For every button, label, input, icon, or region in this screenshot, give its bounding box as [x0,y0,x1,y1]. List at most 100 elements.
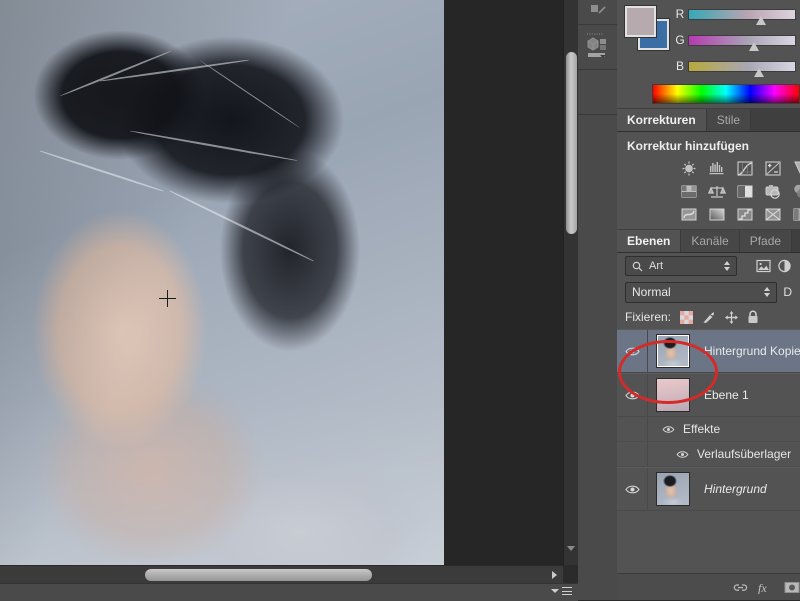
dock-item-brush[interactable] [578,0,617,25]
blend-mode-value: Normal [632,285,764,299]
dock-item-3d[interactable] [578,25,617,70]
color-channel-r[interactable]: R [672,6,796,22]
photoshop-window: R G B Korrektu [0,0,800,600]
tab-korrekturen[interactable]: Korrekturen [617,109,707,131]
corrections-panel: Korrektur hinzufügen [617,132,800,230]
lock-position-icon[interactable] [725,311,738,324]
channel-slider-thumb-r[interactable] [756,16,767,25]
photo-shading-overlay [0,0,444,565]
layer-name: Hintergrund Kopie [704,344,800,358]
layers-list[interactable]: Hintergrund Kopie Ebene 1 [617,329,800,573]
table-row[interactable]: Hintergrund Kopie [617,329,800,373]
layer-visibility-toggle[interactable] [617,330,648,372]
curves-icon[interactable] [735,160,755,177]
layer-thumbnail[interactable] [656,334,690,368]
adjustment-icon-grid[interactable] [617,160,800,223]
crosshair-cursor [159,290,176,307]
status-bar [0,583,578,601]
scroll-right-arrow-icon[interactable] [552,571,557,579]
gradient-map-icon[interactable] [707,206,727,223]
vertical-scrollbar[interactable] [563,0,578,565]
link-layers-icon[interactable] [733,581,748,594]
effect-visibility-toggle[interactable] [676,450,689,459]
invert-icon[interactable] [679,206,699,223]
selective-color-icon[interactable] [735,206,755,223]
channel-label-r: R [672,7,688,21]
fx-icon[interactable]: fx [758,581,774,594]
black-white-icon[interactable] [735,183,755,200]
tab-stile[interactable]: Stile [707,109,751,131]
layer-effects-group[interactable]: Effekte [617,417,800,442]
lock-image-icon[interactable] [702,311,716,324]
corrections-title: Korrektur hinzufügen [617,132,800,160]
table-row[interactable]: Ebene 1 [617,373,800,417]
effects-visibility-toggle[interactable] [662,425,675,434]
levels-icon[interactable] [707,160,727,177]
chevron-down-icon[interactable] [551,589,559,593]
scroll-down-arrow-icon[interactable] [567,546,575,551]
lock-transparency-icon[interactable] [680,311,693,324]
layers-tab-bar[interactable]: Ebenen Kanäle Pfade [617,230,800,253]
brush-preset-icon [588,4,608,20]
corrections-tab-bar[interactable]: Korrekturen Stile [617,109,800,132]
layer-filter-row[interactable]: Art [617,253,800,279]
layer-effect-item[interactable]: Verlaufsüberlager [617,442,800,467]
effect-column-spacer [617,442,648,466]
lock-row: Fixieren: [617,305,800,329]
table-row[interactable]: Hintergrund [617,467,800,511]
layer-visibility-toggle[interactable] [617,468,648,510]
status-bar-menu[interactable] [551,587,572,595]
menu-lines-icon[interactable] [562,587,572,595]
dock-item-empty[interactable] [578,70,617,115]
channel-slider-g[interactable] [688,35,796,46]
lock-all-icon[interactable] [747,310,759,324]
vertical-scrollbar-thumb[interactable] [566,52,577,234]
vibrance-icon[interactable] [791,160,800,177]
color-spectrum-ramp[interactable] [652,84,800,104]
tab-kanaele[interactable]: Kanäle [681,230,739,252]
photo-filter-icon[interactable] [763,183,783,200]
blend-mode-select[interactable]: Normal [625,282,777,303]
horizontal-scrollbar[interactable] [0,565,563,584]
3d-panel-icon [584,32,612,62]
channel-slider-r[interactable] [688,9,796,20]
lock-label: Fixieren: [625,310,671,324]
color-channel-g[interactable]: G [672,32,796,48]
adjustment-filter-icon[interactable] [777,259,792,273]
foreground-color-swatch[interactable] [625,6,656,37]
layers-panel-footer[interactable]: fx [617,573,800,600]
panel-dock-strip[interactable] [578,0,618,600]
right-panel-column: R G B Korrektu [617,0,800,600]
color-channel-b[interactable]: B [672,58,796,74]
layer-visibility-toggle[interactable] [617,374,648,416]
channel-slider-thumb-b[interactable] [754,68,765,77]
effect-label: Verlaufsüberlager [697,447,791,461]
channel-label-g: G [672,33,688,47]
color-swatches[interactable] [625,6,667,48]
adjustment-row-3 [679,206,800,223]
chevron-updown-icon[interactable] [764,287,770,297]
layer-thumbnail[interactable] [656,378,690,412]
color-panel[interactable]: R G B [617,0,800,109]
document-canvas[interactable] [0,0,563,565]
horizontal-scrollbar-thumb[interactable] [145,569,372,581]
layer-filter-select[interactable]: Art [625,256,737,276]
tab-bar-filler [751,109,800,131]
channel-mixer-icon[interactable] [791,183,800,200]
posterize-icon[interactable] [679,183,699,200]
balance-icon[interactable] [707,183,727,200]
mask-icon[interactable] [784,581,800,594]
blend-mode-row[interactable]: Normal D [617,279,800,305]
layer-thumbnail[interactable] [656,472,690,506]
brightness-contrast-icon[interactable] [679,160,699,177]
tab-ebenen[interactable]: Ebenen [617,230,681,252]
corner-mark [683,361,690,368]
color-lookup-icon[interactable] [791,206,800,223]
channel-slider-thumb-g[interactable] [749,42,760,51]
pixel-filter-icon[interactable] [756,259,771,273]
chevron-updown-icon[interactable] [724,261,730,271]
channel-slider-b[interactable] [688,61,796,72]
exposure-icon[interactable] [763,160,783,177]
tab-pfade[interactable]: Pfade [740,230,792,252]
threshold-icon[interactable] [763,206,783,223]
